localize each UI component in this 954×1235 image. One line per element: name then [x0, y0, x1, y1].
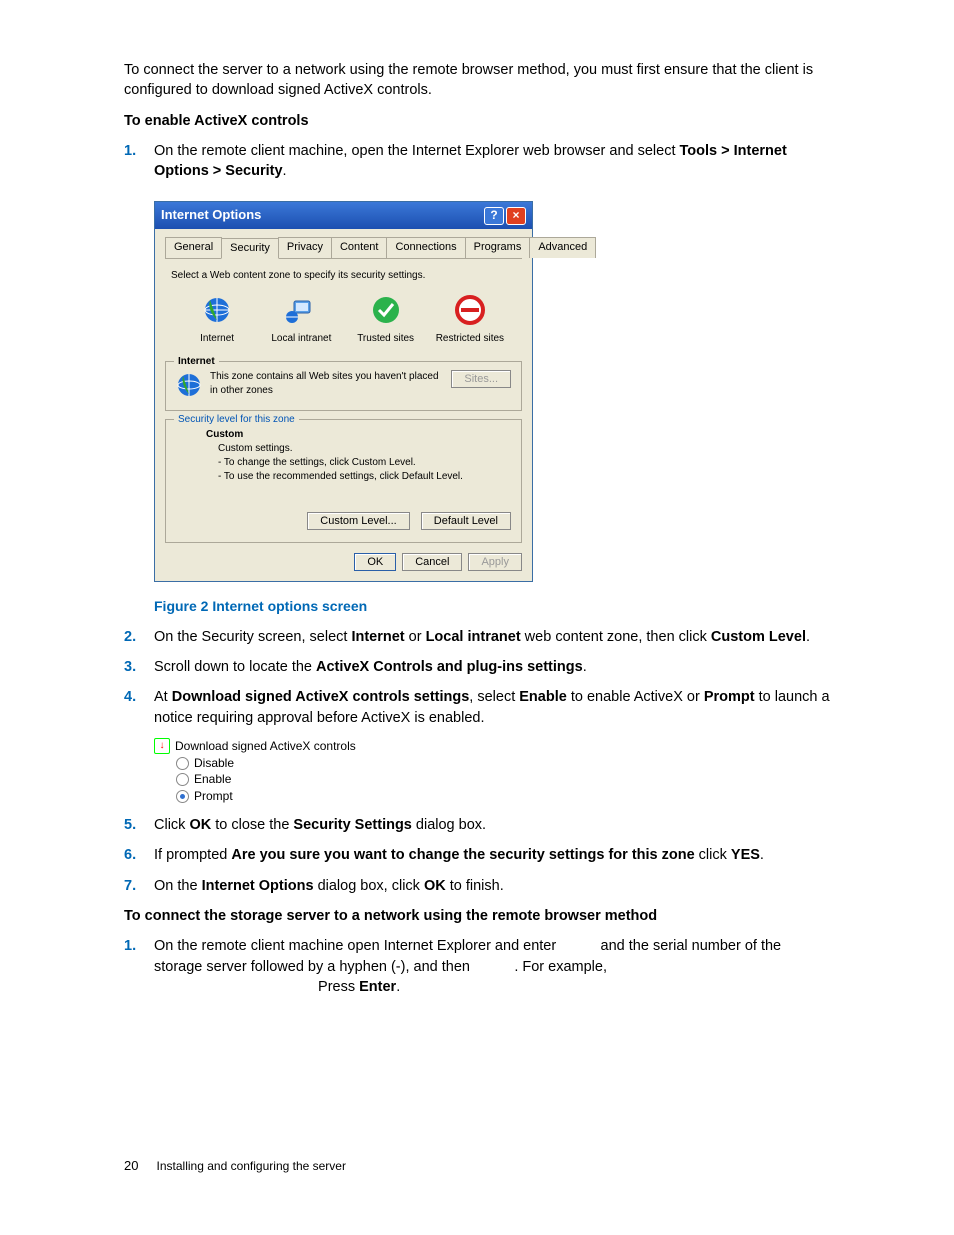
heading-enable-activex: To enable ActiveX controls: [124, 111, 830, 131]
zone-row: Internet Local intranet Trusted sites Re…: [165, 289, 522, 353]
heading-connect-storage: To connect the storage server to a netwo…: [124, 906, 830, 926]
intro-text: To connect the server to a network using…: [124, 60, 830, 101]
custom-line2: - To change the settings, click Custom L…: [218, 456, 511, 470]
step-number: 5.: [124, 815, 136, 835]
default-level-button[interactable]: Default Level: [421, 512, 511, 530]
step-number: 6.: [124, 845, 136, 865]
opt-disable[interactable]: Disable: [176, 755, 830, 772]
radio-selected-icon: [176, 790, 189, 803]
zone-detail-fieldset: Internet This zone contains all Web site…: [165, 361, 522, 411]
tab-security[interactable]: Security: [221, 238, 279, 259]
step-number: 3.: [124, 657, 136, 677]
globe-small-icon: [176, 372, 202, 398]
security-level-legend: Security level for this zone: [174, 413, 299, 427]
intranet-icon: [286, 295, 316, 325]
custom-level-button[interactable]: Custom Level...: [307, 512, 409, 530]
step-7: 7. On the Internet Options dialog box, c…: [124, 876, 830, 896]
dialog-title: Internet Options: [161, 206, 261, 224]
step-1-text: On the remote client machine, open the I…: [154, 143, 787, 179]
activex-icon: ↓: [154, 738, 170, 754]
step-number: 2.: [124, 627, 136, 647]
step-6: 6. If prompted Are you sure you want to …: [124, 845, 830, 865]
step-number: 4.: [124, 687, 136, 707]
connect-step-1: 1. On the remote client machine open Int…: [124, 936, 830, 997]
figure-caption: Figure 2 Internet options screen: [154, 597, 830, 617]
sites-button[interactable]: Sites...: [451, 370, 511, 388]
footer-section: Installing and configuring the server: [157, 1159, 346, 1173]
cancel-button[interactable]: Cancel: [402, 553, 462, 571]
tab-advanced[interactable]: Advanced: [529, 237, 596, 258]
opt-prompt[interactable]: Prompt: [176, 788, 830, 805]
restricted-icon: [455, 295, 485, 325]
security-level-fieldset: Security level for this zone Custom Cust…: [165, 419, 522, 543]
select-zone-text: Select a Web content zone to specify its…: [171, 269, 516, 283]
step-4: 4. At Download signed ActiveX controls s…: [124, 687, 830, 728]
step-number: 1.: [124, 141, 136, 161]
custom-line3: - To use the recommended settings, click…: [218, 470, 511, 484]
custom-line1: Custom settings.: [218, 442, 511, 456]
trusted-icon: [371, 295, 401, 325]
zone-trusted-sites[interactable]: Trusted sites: [351, 295, 421, 345]
help-icon[interactable]: ?: [484, 207, 504, 225]
step-number: 7.: [124, 876, 136, 896]
activex-options: ↓ Download signed ActiveX controls Disab…: [154, 738, 830, 805]
step-number: 1.: [124, 936, 136, 956]
tab-privacy[interactable]: Privacy: [278, 237, 332, 258]
custom-title: Custom: [206, 428, 511, 442]
tab-programs[interactable]: Programs: [465, 237, 531, 258]
step-3: 3. Scroll down to locate the ActiveX Con…: [124, 657, 830, 677]
tab-general[interactable]: General: [165, 237, 222, 258]
step-2: 2. On the Security screen, select Intern…: [124, 627, 830, 647]
step-5: 5. Click OK to close the Security Settin…: [124, 815, 830, 835]
radio-icon: [176, 757, 189, 770]
globe-icon: [202, 295, 232, 325]
activex-heading: Download signed ActiveX controls: [175, 738, 356, 755]
close-icon[interactable]: ×: [506, 207, 526, 225]
radio-icon: [176, 773, 189, 786]
tab-content[interactable]: Content: [331, 237, 388, 258]
zone-internet[interactable]: Internet: [182, 295, 252, 345]
tab-connections[interactable]: Connections: [386, 237, 465, 258]
tabs-row: General Security Privacy Content Connect…: [165, 237, 522, 259]
ok-button[interactable]: OK: [354, 553, 396, 571]
zone-local-intranet[interactable]: Local intranet: [266, 295, 336, 345]
page-number: 20: [124, 1158, 138, 1173]
opt-enable[interactable]: Enable: [176, 771, 830, 788]
zone-detail-legend: Internet: [174, 355, 219, 369]
zone-desc: This zone contains all Web sites you hav…: [210, 370, 443, 398]
page-footer: 20 Installing and configuring the server: [124, 1157, 346, 1175]
zone-restricted-sites[interactable]: Restricted sites: [435, 295, 505, 345]
step-1: 1. On the remote client machine, open th…: [124, 141, 830, 182]
apply-button[interactable]: Apply: [468, 553, 522, 571]
internet-options-dialog: Internet Options ? × General Security Pr…: [154, 201, 533, 582]
titlebar: Internet Options ? ×: [155, 202, 532, 228]
